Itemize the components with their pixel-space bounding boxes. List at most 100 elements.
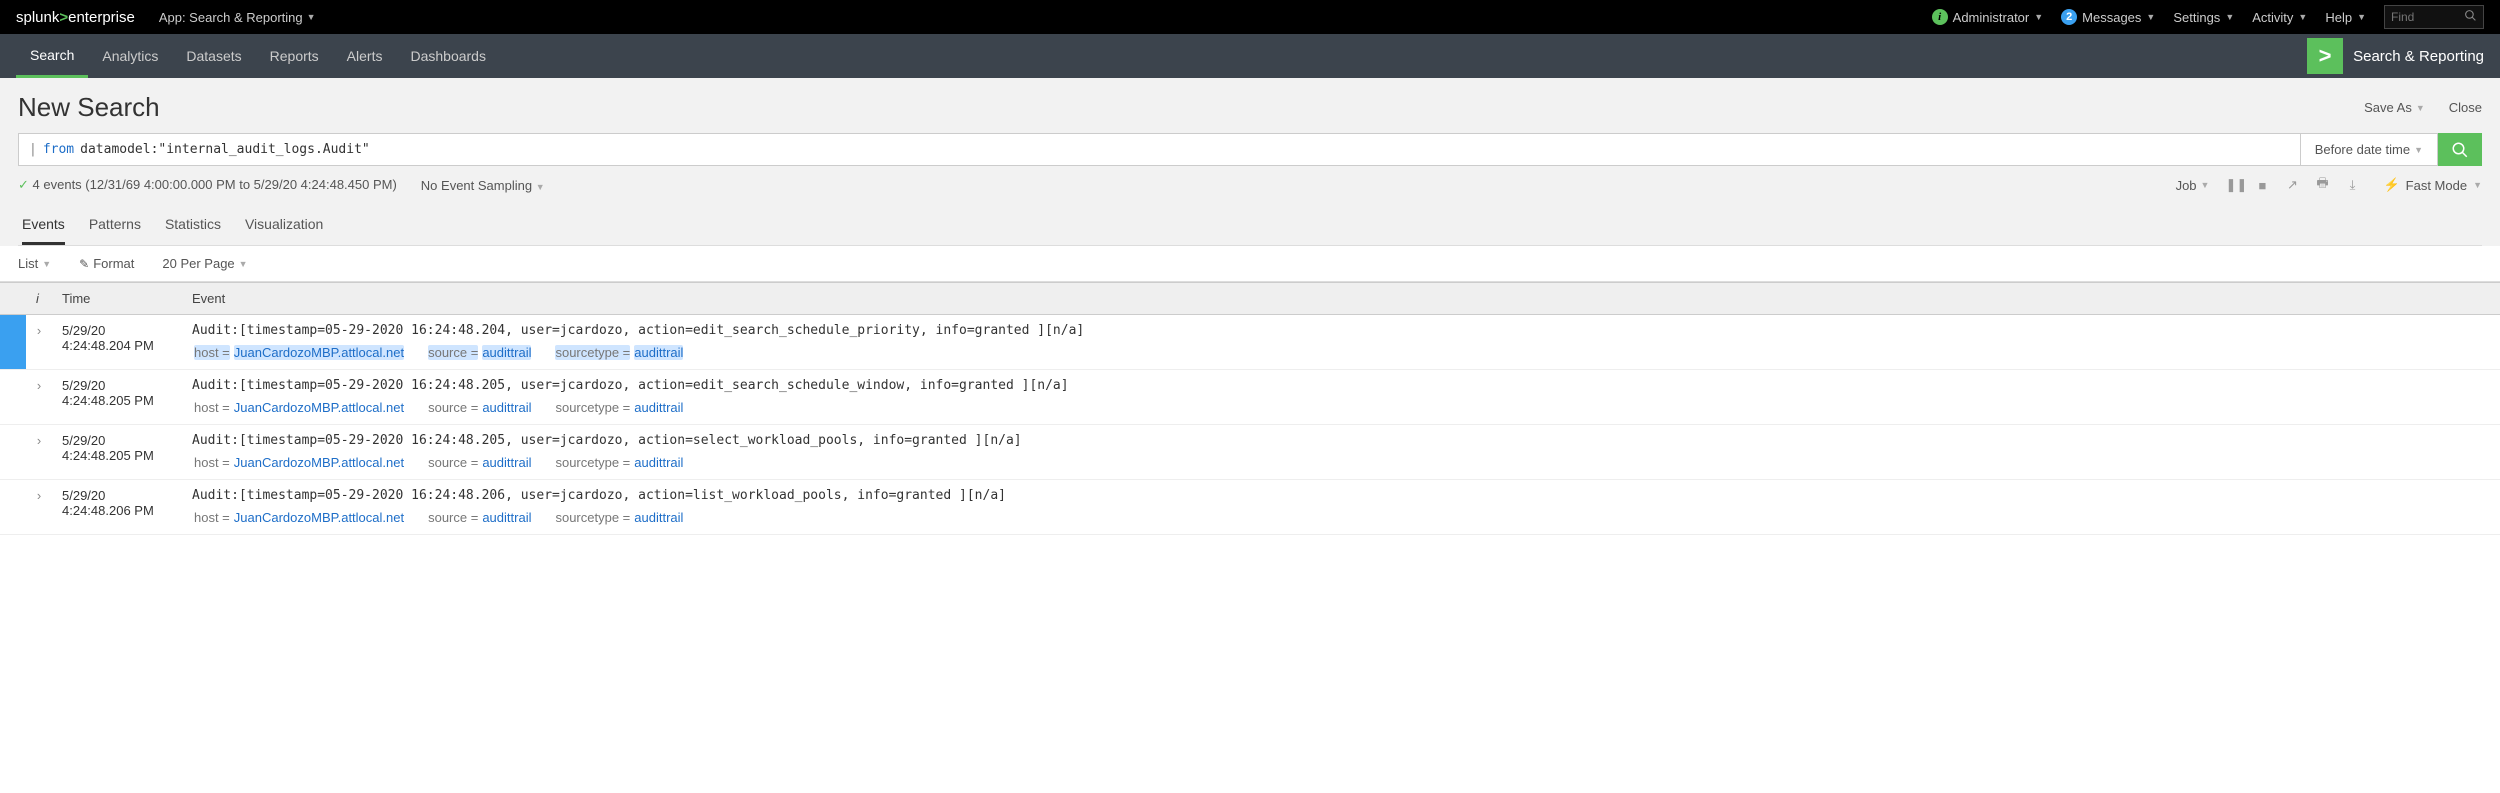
print-icon[interactable]: 🖶 <box>2315 174 2329 196</box>
field-host[interactable]: host = JuanCardozoMBP.attlocal.net <box>192 399 406 416</box>
nav-search[interactable]: Search <box>16 34 88 78</box>
messages-menu[interactable]: 2 Messages▼ <box>2061 9 2155 25</box>
raw-event: Audit:[timestamp=05-29-2020 16:24:48.206… <box>192 488 2490 503</box>
event-cell: Audit:[timestamp=05-29-2020 16:24:48.204… <box>182 315 2500 370</box>
col-event: Event <box>182 283 2500 315</box>
col-expand: i <box>26 283 52 315</box>
field-sourcetype[interactable]: sourcetype = audittrail <box>553 344 685 361</box>
expand-row-button[interactable]: › <box>26 425 52 480</box>
event-time: 5/29/204:24:48.206 PM <box>52 480 182 535</box>
col-time[interactable]: Time <box>52 283 182 315</box>
caret-down-icon: ▼ <box>2473 180 2482 190</box>
raw-event: Audit:[timestamp=05-29-2020 16:24:48.205… <box>192 433 2490 448</box>
field-host[interactable]: host = JuanCardozoMBP.attlocal.net <box>192 344 406 361</box>
settings-menu[interactable]: Settings▼ <box>2173 10 2234 25</box>
activity-menu[interactable]: Activity▼ <box>2252 10 2307 25</box>
nav-analytics[interactable]: Analytics <box>88 34 172 78</box>
messages-badge: 2 <box>2061 9 2077 25</box>
event-time: 5/29/204:24:48.204 PM <box>52 315 182 370</box>
caret-down-icon: ▼ <box>2416 103 2425 113</box>
logo: splunk>enterprise <box>16 9 135 26</box>
search-input[interactable]: | from datamodel:"internal_audit_logs.Au… <box>18 133 2300 166</box>
event-cell: Audit:[timestamp=05-29-2020 16:24:48.206… <box>182 480 2500 535</box>
field-host[interactable]: host = JuanCardozoMBP.attlocal.net <box>192 509 406 526</box>
tab-statistics[interactable]: Statistics <box>165 206 221 245</box>
caret-down-icon: ▼ <box>2146 12 2155 22</box>
caret-down-icon: ▼ <box>42 259 51 269</box>
field-source[interactable]: source = audittrail <box>426 454 533 471</box>
raw-event: Audit:[timestamp=05-29-2020 16:24:48.205… <box>192 378 2490 393</box>
search-icon <box>2464 9 2477 25</box>
field-source[interactable]: source = audittrail <box>426 509 533 526</box>
tab-events[interactable]: Events <box>22 206 65 245</box>
topbar: splunk>enterprise App: Search & Reportin… <box>0 0 2500 34</box>
app-context-menu[interactable]: App: Search & Reporting▼ <box>159 10 316 25</box>
events-table: i Time Event ›5/29/204:24:48.204 PMAudit… <box>0 282 2500 535</box>
close-button[interactable]: Close <box>2449 100 2482 115</box>
field-source[interactable]: source = audittrail <box>426 344 533 361</box>
nav-dashboards[interactable]: Dashboards <box>396 34 500 78</box>
raw-event: Audit:[timestamp=05-29-2020 16:24:48.204… <box>192 323 2490 338</box>
nav-datasets[interactable]: Datasets <box>172 34 255 78</box>
caret-down-icon: ▼ <box>2034 12 2043 22</box>
tab-patterns[interactable]: Patterns <box>89 206 141 245</box>
page-title: New Search <box>18 92 160 123</box>
per-page-menu[interactable]: 20 Per Page ▼ <box>162 256 247 271</box>
info-icon: i <box>1932 9 1948 25</box>
administrator-menu[interactable]: i Administrator▼ <box>1932 9 2044 25</box>
table-row: ›5/29/204:24:48.205 PM Audit:[timestamp=0… <box>0 425 2500 480</box>
time-range-picker[interactable]: Before date time▼ <box>2300 133 2438 166</box>
search-bar: | from datamodel:"internal_audit_logs.Au… <box>18 133 2482 166</box>
field-source[interactable]: source = audittrail <box>426 399 533 416</box>
app-title: Search & Reporting <box>2353 48 2484 65</box>
job-menu[interactable]: Job ▼ <box>2176 178 2210 193</box>
nav-alerts[interactable]: Alerts <box>333 34 397 78</box>
event-cell: Audit:[timestamp=05-29-2020 16:24:48.205… <box>182 370 2500 425</box>
navbar: SearchAnalyticsDatasetsReportsAlertsDash… <box>0 34 2500 78</box>
caret-down-icon: ▼ <box>2201 180 2210 190</box>
stop-icon[interactable]: ■ <box>2255 178 2269 193</box>
table-row: ›5/29/204:24:48.205 PM Audit:[timestamp=0… <box>0 370 2500 425</box>
save-as-button[interactable]: Save As ▼ <box>2364 100 2425 115</box>
find-box[interactable] <box>2384 5 2484 29</box>
event-time: 5/29/204:24:48.205 PM <box>52 370 182 425</box>
caret-down-icon: ▼ <box>2357 12 2366 22</box>
share-icon[interactable]: ↗ <box>2285 177 2299 193</box>
field-sourcetype[interactable]: sourcetype = audittrail <box>553 454 685 471</box>
table-row: ›5/29/204:24:48.206 PM Audit:[timestamp=0… <box>0 480 2500 535</box>
caret-down-icon: ▼ <box>536 182 545 192</box>
status-row: ✓ 4 events (12/31/69 4:00:00.000 PM to 5… <box>18 174 2482 206</box>
nav-reports[interactable]: Reports <box>256 34 333 78</box>
app-icon: > <box>2307 38 2343 74</box>
event-cell: Audit:[timestamp=05-29-2020 16:24:48.205… <box>182 425 2500 480</box>
expand-row-button[interactable]: › <box>26 370 52 425</box>
help-menu[interactable]: Help▼ <box>2325 10 2366 25</box>
caret-down-icon: ▼ <box>2414 145 2423 155</box>
events-toolbar: List ▼ ✎ Format 20 Per Page ▼ <box>0 246 2500 282</box>
download-icon[interactable]: ⤓ <box>2345 177 2359 193</box>
table-row: ›5/29/204:24:48.204 PM Audit:[timestamp=0… <box>0 315 2500 370</box>
pencil-icon: ✎ <box>79 257 89 271</box>
search-mode-menu[interactable]: ⚡ Fast Mode ▼ <box>2383 177 2482 193</box>
field-host[interactable]: host = JuanCardozoMBP.attlocal.net <box>192 454 406 471</box>
pause-icon[interactable]: ❚❚ <box>2225 177 2239 193</box>
run-search-button[interactable] <box>2438 133 2482 166</box>
bolt-icon: ⚡ <box>2383 177 2399 193</box>
caret-down-icon: ▼ <box>2298 12 2307 22</box>
format-button[interactable]: ✎ Format <box>79 256 134 271</box>
event-sampling-menu[interactable]: No Event Sampling ▼ <box>421 178 545 193</box>
result-tabs: Events Patterns Statistics Visualization <box>18 206 2482 246</box>
page-header: New Search Save As ▼ Close <box>18 92 2482 123</box>
result-count: ✓ 4 events (12/31/69 4:00:00.000 PM to 5… <box>18 177 397 193</box>
caret-down-icon: ▼ <box>2225 12 2234 22</box>
event-time: 5/29/204:24:48.205 PM <box>52 425 182 480</box>
expand-row-button[interactable]: › <box>26 480 52 535</box>
field-sourcetype[interactable]: sourcetype = audittrail <box>553 509 685 526</box>
tab-visualization[interactable]: Visualization <box>245 206 323 245</box>
expand-row-button[interactable]: › <box>26 315 52 370</box>
field-sourcetype[interactable]: sourcetype = audittrail <box>553 399 685 416</box>
caret-down-icon: ▼ <box>239 259 248 269</box>
list-mode-menu[interactable]: List ▼ <box>18 256 51 271</box>
caret-down-icon: ▼ <box>307 12 316 22</box>
find-input[interactable] <box>2391 10 2464 24</box>
